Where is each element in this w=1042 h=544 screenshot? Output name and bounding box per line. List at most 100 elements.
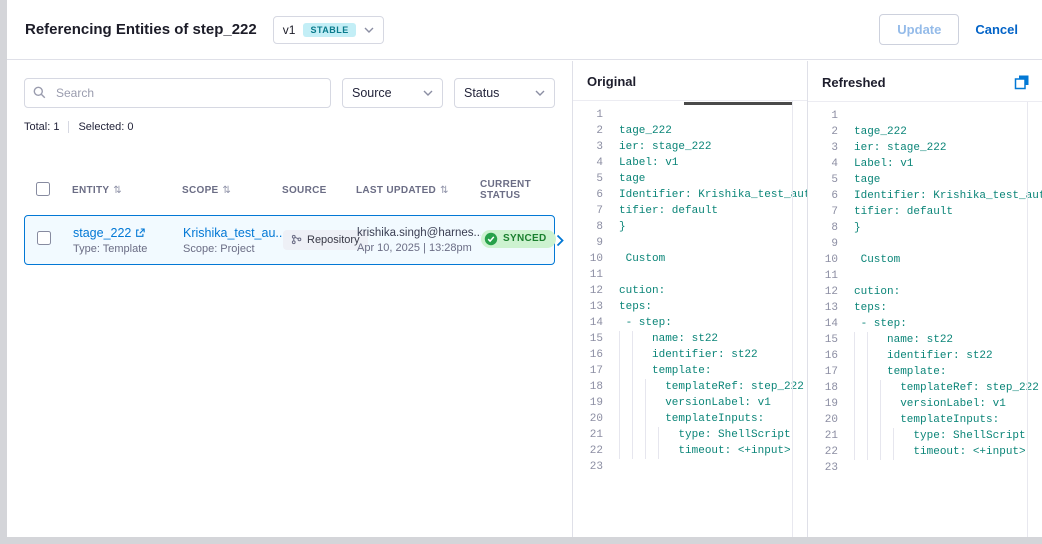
version-value: v1 bbox=[283, 23, 296, 37]
column-last-updated[interactable]: LAST UPDATED ⇅ bbox=[356, 185, 480, 196]
scope-link[interactable]: Krishika_test_au... bbox=[183, 226, 283, 240]
search-icon bbox=[33, 86, 46, 99]
select-all-checkbox[interactable] bbox=[36, 182, 50, 196]
line-number: 4 bbox=[573, 155, 603, 171]
update-button[interactable]: Update bbox=[879, 14, 959, 45]
code-line: 20 templateInputs: bbox=[573, 411, 807, 427]
line-number: 10 bbox=[573, 251, 603, 267]
code-text: ier: stage_222 bbox=[619, 139, 807, 155]
code-text: timeout: <+input> bbox=[619, 443, 807, 459]
row-checkbox[interactable] bbox=[37, 231, 51, 245]
code-line: 1 bbox=[573, 107, 807, 123]
line-number: 11 bbox=[808, 268, 838, 284]
code-text bbox=[619, 267, 807, 283]
line-number: 3 bbox=[808, 140, 838, 156]
line-number: 9 bbox=[573, 235, 603, 251]
source-filter[interactable]: Source bbox=[342, 78, 443, 108]
line-number: 16 bbox=[573, 347, 603, 363]
code-text: tage_222 bbox=[854, 124, 1042, 140]
code-line: 19 versionLabel: v1 bbox=[808, 396, 1042, 412]
line-number: 4 bbox=[808, 156, 838, 172]
line-number: 14 bbox=[573, 315, 603, 331]
table-row[interactable]: stage_222 Type: Template Krishika_test_a… bbox=[24, 215, 555, 265]
selected-count: Selected: 0 bbox=[78, 121, 133, 133]
code-text: tage_222 bbox=[619, 123, 807, 139]
code-line: 14 - step: bbox=[808, 316, 1042, 332]
code-line: 8} bbox=[573, 219, 807, 235]
line-number: 16 bbox=[808, 348, 838, 364]
page-title: Referencing Entities of step_222 bbox=[25, 21, 257, 38]
code-line: 16 identifier: st22 bbox=[808, 348, 1042, 364]
line-number: 1 bbox=[808, 108, 838, 124]
original-code-editor[interactable]: 12tage_2223ier: stage_2224Label: v15tage… bbox=[573, 101, 807, 537]
column-scope-label: SCOPE bbox=[182, 185, 219, 196]
cancel-button[interactable]: Cancel bbox=[975, 22, 1018, 37]
search-input[interactable] bbox=[24, 78, 331, 108]
chevron-down-icon bbox=[364, 27, 374, 33]
code-line: 20 templateInputs: bbox=[808, 412, 1042, 428]
code-text: templateRef: step_222 bbox=[619, 379, 807, 395]
line-number: 10 bbox=[808, 252, 838, 268]
code-text: } bbox=[854, 220, 1042, 236]
external-link-icon[interactable] bbox=[135, 228, 145, 238]
table-header: ENTITY ⇅ SCOPE ⇅ SOURCE LAST UPDATED ⇅ C… bbox=[24, 179, 555, 201]
line-number: 12 bbox=[808, 284, 838, 300]
line-number: 18 bbox=[808, 380, 838, 396]
modal-body: Source Status Total: 1 Selected: 0 ENTIT… bbox=[7, 61, 1042, 537]
code-line: 8} bbox=[808, 220, 1042, 236]
search-box bbox=[24, 78, 331, 108]
code-line: 12cution: bbox=[573, 283, 807, 299]
summary-divider bbox=[68, 121, 69, 133]
code-line: 14 - step: bbox=[573, 315, 807, 331]
code-text: templateRef: step_222 bbox=[854, 380, 1042, 396]
entity-link[interactable]: stage_222 bbox=[73, 226, 131, 240]
sort-icon[interactable]: ⇅ bbox=[113, 185, 122, 196]
column-scope[interactable]: SCOPE ⇅ bbox=[182, 185, 282, 196]
column-source: SOURCE bbox=[282, 185, 356, 196]
line-number: 7 bbox=[573, 203, 603, 219]
entities-panel: Source Status Total: 1 Selected: 0 ENTIT… bbox=[7, 61, 573, 537]
code-line: 13teps: bbox=[808, 300, 1042, 316]
status-filter[interactable]: Status bbox=[454, 78, 555, 108]
line-number: 20 bbox=[808, 412, 838, 428]
refreshed-code-editor[interactable]: 12tage_2223ier: stage_2224Label: v15tage… bbox=[808, 102, 1042, 537]
line-number: 5 bbox=[808, 172, 838, 188]
line-number: 11 bbox=[573, 267, 603, 283]
original-pane-title: Original bbox=[587, 74, 636, 89]
version-select[interactable]: v1 STABLE bbox=[273, 16, 384, 44]
status-filter-label: Status bbox=[464, 86, 499, 100]
line-number: 12 bbox=[573, 283, 603, 299]
code-text: tifier: default bbox=[619, 203, 807, 219]
filters-row: Source Status bbox=[24, 78, 555, 108]
line-number: 6 bbox=[573, 187, 603, 203]
updated-by: krishika.singh@harnes... bbox=[357, 227, 481, 239]
code-text bbox=[619, 235, 807, 251]
chevron-down-icon bbox=[423, 90, 433, 96]
code-text: template: bbox=[854, 364, 1042, 380]
sort-icon[interactable]: ⇅ bbox=[440, 185, 449, 196]
code-text: Identifier: Krishika_test_aut bbox=[619, 187, 807, 203]
code-line: 4Label: v1 bbox=[808, 156, 1042, 172]
refreshed-pane-title: Refreshed bbox=[822, 75, 886, 90]
code-line: 10 Custom bbox=[808, 252, 1042, 268]
line-number: 8 bbox=[573, 219, 603, 235]
code-text bbox=[854, 236, 1042, 252]
code-line: 15 name: st22 bbox=[808, 332, 1042, 348]
repository-icon bbox=[291, 234, 302, 245]
column-entity[interactable]: ENTITY ⇅ bbox=[72, 185, 182, 196]
code-line: 5tage bbox=[573, 171, 807, 187]
code-text: cution: bbox=[854, 284, 1042, 300]
line-number: 2 bbox=[808, 124, 838, 140]
line-number: 15 bbox=[808, 332, 838, 348]
code-text: Label: v1 bbox=[619, 155, 807, 171]
chevron-right-icon[interactable] bbox=[556, 234, 564, 247]
sort-icon[interactable]: ⇅ bbox=[223, 185, 232, 196]
code-text: } bbox=[619, 219, 807, 235]
code-line: 22 timeout: <+input> bbox=[573, 443, 807, 459]
copy-icon[interactable] bbox=[1014, 74, 1030, 90]
column-last-updated-label: LAST UPDATED bbox=[356, 185, 436, 196]
code-line: 10 Custom bbox=[573, 251, 807, 267]
code-text: - step: bbox=[854, 316, 1042, 332]
status-cell: SYNCED bbox=[481, 230, 556, 251]
column-entity-label: ENTITY bbox=[72, 185, 109, 196]
